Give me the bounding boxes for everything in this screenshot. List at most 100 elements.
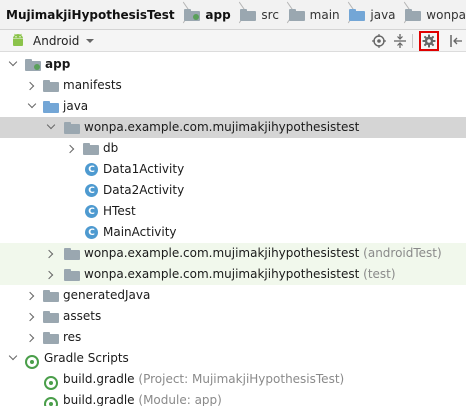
tree-node-label: wonpa.example.com.mujimakjihypothesistes… bbox=[84, 267, 396, 281]
project-tree: app manifests java wonpa.example.com.muj… bbox=[0, 52, 466, 406]
chevron-down-icon[interactable] bbox=[9, 354, 17, 362]
breadcrumb-item-main[interactable]: main bbox=[288, 0, 340, 29]
tree-node-label: build.gradle (Project: MujimakjiHypothes… bbox=[63, 372, 344, 386]
tree-node-label: wonpa.example.com.mujimakjihypothesistes… bbox=[84, 246, 442, 260]
gradle-icon bbox=[44, 375, 58, 390]
view-mode-selector[interactable]: Android bbox=[33, 34, 79, 48]
tree-node-app[interactable]: app bbox=[0, 54, 466, 75]
source-folder-icon bbox=[43, 100, 59, 113]
resource-folder-icon bbox=[43, 310, 59, 323]
scroll-from-source-button[interactable] bbox=[370, 32, 388, 50]
collapse-all-icon bbox=[394, 34, 406, 48]
breadcrumb-separator bbox=[281, 0, 286, 29]
source-set-suffix: (test) bbox=[363, 267, 396, 281]
settings-icon bbox=[422, 34, 436, 48]
folder-icon bbox=[43, 79, 59, 92]
tree-node-db[interactable]: db bbox=[0, 138, 466, 159]
tree-node-java[interactable]: java bbox=[0, 96, 466, 117]
package-name: wonpa.example.com.mujimakjihypothesistes… bbox=[84, 267, 360, 281]
tree-node-label: app bbox=[45, 57, 71, 71]
breadcrumb-item-src[interactable]: src bbox=[240, 0, 279, 29]
chevron-right-icon[interactable] bbox=[68, 145, 76, 153]
android-icon bbox=[13, 33, 23, 46]
breadcrumb-label: java bbox=[370, 7, 396, 22]
folder-icon bbox=[240, 8, 257, 21]
tree-node-class[interactable]: C HTest bbox=[0, 201, 466, 222]
tree-node-res[interactable]: res bbox=[0, 327, 466, 348]
tree-node-assets[interactable]: assets bbox=[0, 306, 466, 327]
breadcrumb-separator bbox=[342, 0, 347, 29]
generated-folder-icon bbox=[43, 289, 59, 302]
package-name: wonpa.example.com.mujimakjihypothesistes… bbox=[84, 246, 360, 260]
tree-node-label: Data1Activity bbox=[103, 162, 185, 176]
breadcrumb-item-app[interactable]: app bbox=[184, 0, 231, 29]
toolbar-separator bbox=[412, 34, 413, 48]
tree-node-label: res bbox=[63, 330, 82, 344]
tree-node-label: Data2Activity bbox=[103, 183, 185, 197]
source-folder-icon bbox=[349, 8, 366, 21]
tree-node-class[interactable]: C MainActivity bbox=[0, 222, 466, 243]
breadcrumb-label: src bbox=[261, 7, 279, 22]
breadcrumb-label: wonpa bbox=[426, 7, 466, 22]
tree-node-build-gradle-project[interactable]: build.gradle (Project: MujimakjiHypothes… bbox=[0, 369, 466, 390]
chevron-right-icon[interactable] bbox=[28, 334, 36, 342]
tree-node-label: wonpa.example.com.mujimakjihypothesistes… bbox=[84, 120, 360, 134]
tree-node-label: build.gradle (Module: app) bbox=[63, 393, 222, 406]
tree-node-manifests[interactable]: manifests bbox=[0, 75, 466, 96]
tree-node-label: HTest bbox=[103, 204, 136, 218]
breadcrumb-separator bbox=[233, 0, 238, 29]
tree-node-label: db bbox=[103, 141, 119, 155]
package-folder-icon bbox=[64, 268, 80, 281]
package-folder-icon bbox=[83, 142, 99, 155]
breadcrumb-item-wonpa[interactable]: wonpa bbox=[405, 0, 466, 29]
gradle-icon bbox=[44, 396, 58, 406]
tree-node-package-main[interactable]: wonpa.example.com.mujimakjihypothesistes… bbox=[0, 117, 466, 138]
tree-node-label: generatedJava bbox=[63, 288, 151, 302]
file-name: build.gradle bbox=[63, 393, 135, 406]
chevron-down-icon[interactable] bbox=[9, 60, 17, 68]
breadcrumb-separator bbox=[177, 0, 182, 29]
tree-node-generated-java[interactable]: generatedJava bbox=[0, 285, 466, 306]
class-icon: C bbox=[85, 226, 98, 239]
breadcrumb-label: main bbox=[309, 7, 340, 22]
tree-node-class[interactable]: C Data1Activity bbox=[0, 159, 466, 180]
chevron-right-icon[interactable] bbox=[28, 82, 36, 90]
tree-node-label: manifests bbox=[63, 78, 122, 92]
module-folder-icon bbox=[184, 8, 201, 21]
resource-folder-icon bbox=[43, 331, 59, 344]
project-toolbar: Android bbox=[0, 30, 466, 52]
target-icon bbox=[372, 34, 386, 48]
package-folder-icon bbox=[64, 121, 80, 134]
class-icon: C bbox=[85, 184, 98, 197]
hide-icon bbox=[450, 35, 462, 47]
chevron-down-icon[interactable] bbox=[28, 102, 36, 110]
breadcrumb-label: app bbox=[205, 7, 231, 22]
tree-node-class[interactable]: C Data2Activity bbox=[0, 180, 466, 201]
collapse-all-button[interactable] bbox=[391, 32, 409, 50]
chevron-down-icon[interactable] bbox=[86, 39, 94, 43]
class-icon: C bbox=[85, 163, 98, 176]
chevron-down-icon[interactable] bbox=[47, 123, 55, 131]
breadcrumb-item-java[interactable]: java bbox=[349, 0, 396, 29]
tree-node-build-gradle-module[interactable]: build.gradle (Module: app) bbox=[0, 390, 466, 406]
package-folder-icon bbox=[64, 247, 80, 260]
module-folder-icon bbox=[25, 58, 41, 71]
settings-button[interactable] bbox=[419, 31, 439, 51]
tree-node-label: MainActivity bbox=[103, 225, 177, 239]
project-name: MujimakjiHypothesisTest bbox=[6, 7, 175, 22]
package-folder-icon bbox=[405, 8, 422, 21]
hide-panel-button[interactable] bbox=[447, 32, 465, 50]
gradle-icon bbox=[25, 354, 39, 369]
chevron-right-icon[interactable] bbox=[28, 292, 36, 300]
source-set-suffix: (androidTest) bbox=[363, 246, 442, 260]
folder-icon bbox=[288, 8, 305, 21]
breadcrumb: MujimakjiHypothesisTest app src main jav… bbox=[0, 0, 466, 30]
tree-node-package-test[interactable]: wonpa.example.com.mujimakjihypothesistes… bbox=[0, 264, 466, 285]
tree-node-label: Gradle Scripts bbox=[44, 351, 129, 365]
breadcrumb-project[interactable]: MujimakjiHypothesisTest bbox=[6, 0, 175, 29]
tree-node-gradle-scripts[interactable]: Gradle Scripts bbox=[0, 348, 466, 369]
chevron-right-icon[interactable] bbox=[47, 271, 55, 279]
chevron-right-icon[interactable] bbox=[47, 250, 55, 258]
chevron-right-icon[interactable] bbox=[28, 313, 36, 321]
tree-node-package-android-test[interactable]: wonpa.example.com.mujimakjihypothesistes… bbox=[0, 243, 466, 264]
